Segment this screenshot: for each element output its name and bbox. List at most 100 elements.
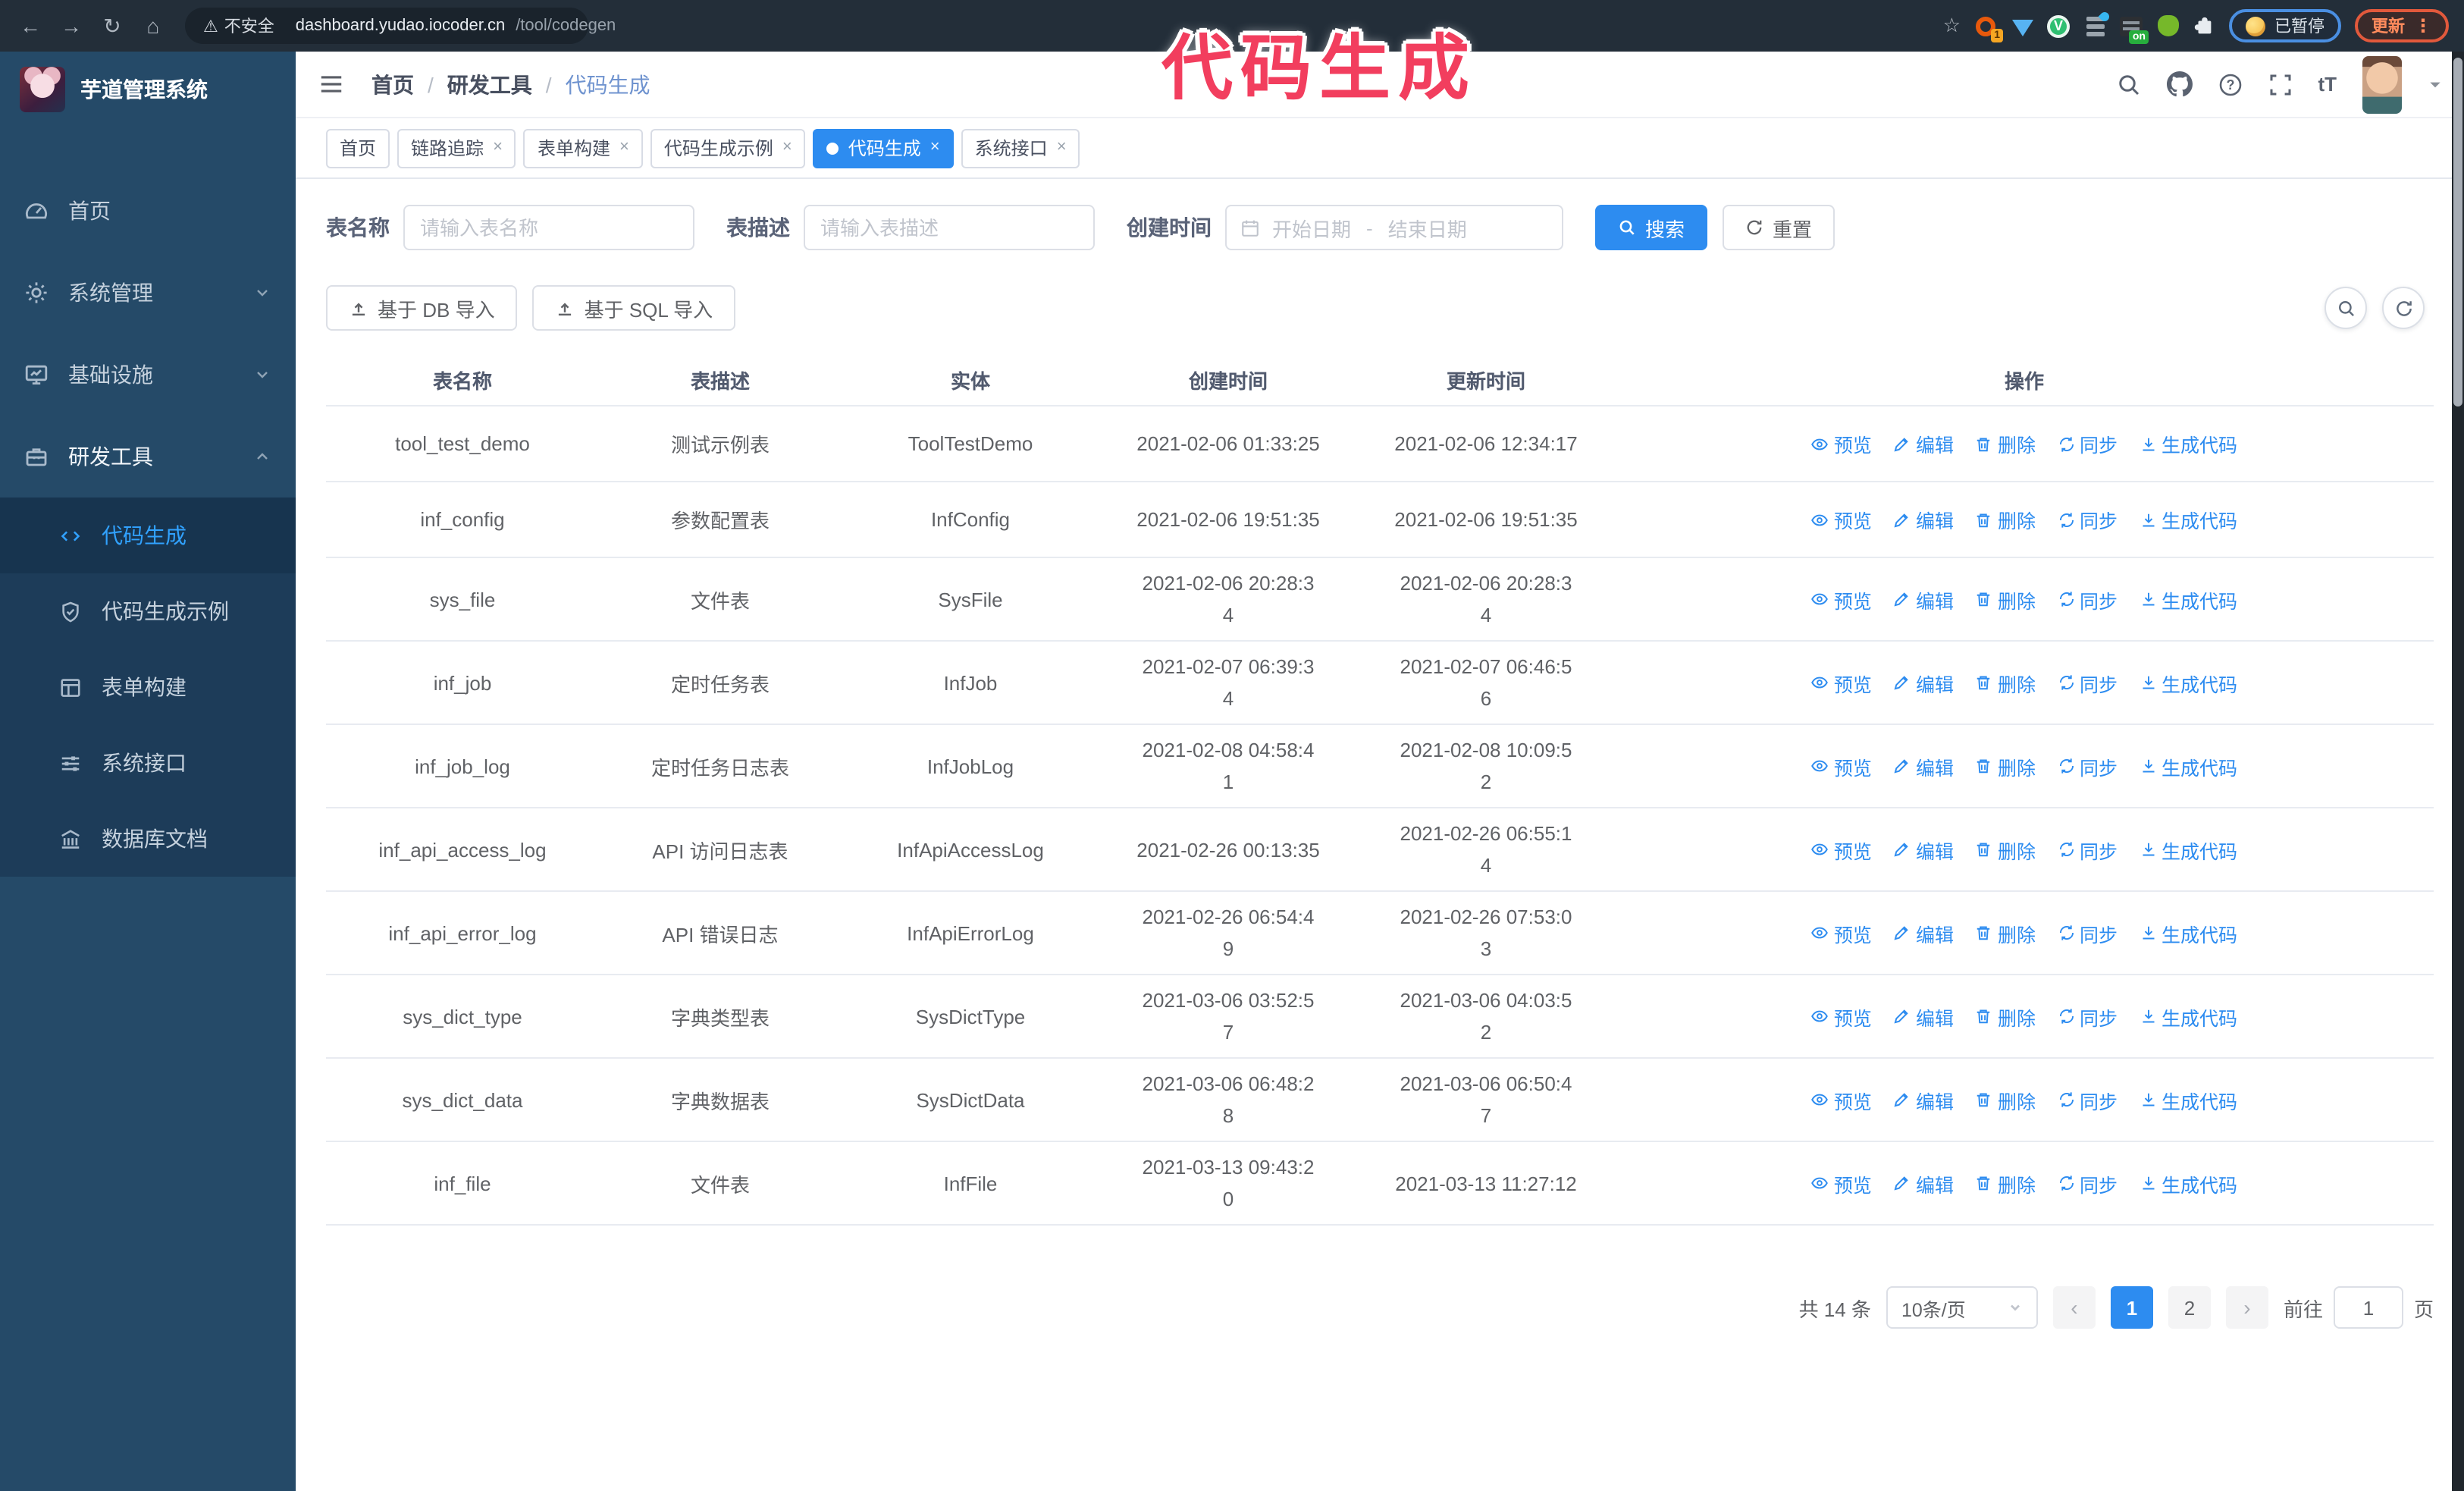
generate-code-action[interactable]: 生成代码: [2139, 752, 2237, 780]
tab-tag[interactable]: 系统接口 ×: [961, 128, 1080, 168]
sidebar-item-codegen[interactable]: 代码生成: [0, 498, 296, 573]
delete-action[interactable]: 删除: [1975, 585, 2036, 614]
delete-action[interactable]: 删除: [1975, 668, 2036, 697]
sidebar-item-home[interactable]: 首页: [0, 170, 296, 252]
browser-back-button[interactable]: ←: [15, 11, 45, 41]
bookmark-star-icon[interactable]: ☆: [1943, 14, 1961, 38]
sync-action[interactable]: 同步: [2057, 835, 2118, 864]
sync-action[interactable]: 同步: [2057, 668, 2118, 697]
date-range-picker[interactable]: 开始日期 - 结束日期: [1225, 205, 1563, 250]
breadcrumb-group[interactable]: 研发工具: [447, 69, 532, 99]
close-icon[interactable]: ×: [930, 139, 940, 156]
fullscreen-icon[interactable]: [2268, 72, 2292, 96]
tab-tag[interactable]: 首页: [326, 128, 390, 168]
sync-action[interactable]: 同步: [2057, 505, 2118, 534]
extension-orange-icon[interactable]: 1: [1974, 14, 2003, 42]
page-size-select[interactable]: 10条/页: [1886, 1286, 2038, 1329]
extension-settings-icon[interactable]: [2083, 9, 2111, 37]
scrollbar-thumb[interactable]: [2453, 58, 2462, 406]
toggle-search-button[interactable]: [2324, 287, 2367, 329]
sync-action[interactable]: 同步: [2057, 1002, 2118, 1031]
delete-action[interactable]: 删除: [1975, 1169, 2036, 1198]
import-db-button[interactable]: 基于 DB 导入: [326, 285, 518, 331]
preview-action[interactable]: 预览: [1811, 1085, 1872, 1114]
preview-action[interactable]: 预览: [1811, 835, 1872, 864]
sidebar-item-system-api[interactable]: 系统接口: [0, 725, 296, 801]
edit-action[interactable]: 编辑: [1893, 1169, 1954, 1198]
sync-action[interactable]: 同步: [2057, 918, 2118, 947]
close-icon[interactable]: ×: [782, 139, 792, 156]
delete-action[interactable]: 删除: [1975, 429, 2036, 458]
reset-button[interactable]: 重置: [1723, 205, 1835, 250]
delete-action[interactable]: 删除: [1975, 1002, 2036, 1031]
tab-tag[interactable]: 链路追踪 ×: [397, 128, 516, 168]
sidebar-item-db-docs[interactable]: 数据库文档: [0, 801, 296, 877]
edit-action[interactable]: 编辑: [1893, 835, 1954, 864]
tab-tag[interactable]: 表单构建 ×: [523, 128, 643, 168]
browser-home-button[interactable]: ⌂: [138, 11, 168, 41]
generate-code-action[interactable]: 生成代码: [2139, 918, 2237, 947]
sidebar-item-system[interactable]: 系统管理: [0, 252, 296, 334]
sync-action[interactable]: 同步: [2057, 1085, 2118, 1114]
edit-action[interactable]: 编辑: [1893, 429, 1954, 458]
table-name-input[interactable]: [403, 205, 694, 250]
sidebar-item-form-builder[interactable]: 表单构建: [0, 649, 296, 725]
sync-action[interactable]: 同步: [2057, 752, 2118, 780]
preview-action[interactable]: 预览: [1811, 668, 1872, 697]
browser-reload-button[interactable]: ↻: [97, 11, 127, 41]
preview-action[interactable]: 预览: [1811, 1002, 1872, 1031]
extensions-puzzle-icon[interactable]: [2193, 14, 2215, 37]
user-menu-caret-icon[interactable]: [2428, 77, 2443, 92]
edit-action[interactable]: 编辑: [1893, 752, 1954, 780]
delete-action[interactable]: 删除: [1975, 1085, 2036, 1114]
close-icon[interactable]: ×: [619, 139, 629, 156]
generate-code-action[interactable]: 生成代码: [2139, 585, 2237, 614]
browser-forward-button[interactable]: →: [56, 11, 86, 41]
generate-code-action[interactable]: 生成代码: [2139, 429, 2237, 458]
extension-gem-icon[interactable]: [2011, 14, 2033, 37]
browser-update-button[interactable]: 更新 ⋮: [2355, 9, 2449, 42]
profile-paused-badge[interactable]: 已暂停: [2229, 9, 2341, 42]
delete-action[interactable]: 删除: [1975, 505, 2036, 534]
generate-code-action[interactable]: 生成代码: [2139, 1002, 2237, 1031]
github-icon[interactable]: [2166, 71, 2193, 97]
goto-page-input[interactable]: [2333, 1286, 2403, 1329]
sidebar-item-codegen-example[interactable]: 代码生成示例: [0, 573, 296, 649]
tab-tag[interactable]: 代码生成示例 ×: [650, 128, 806, 168]
tab-tag[interactable]: 代码生成 ×: [813, 128, 954, 168]
app-logo-row[interactable]: 芋道管理系统: [0, 52, 296, 127]
page-scrollbar[interactable]: [2452, 52, 2464, 1491]
page-button-2[interactable]: 2: [2168, 1286, 2211, 1329]
generate-code-action[interactable]: 生成代码: [2139, 505, 2237, 534]
preview-action[interactable]: 预览: [1811, 918, 1872, 947]
edit-action[interactable]: 编辑: [1893, 1085, 1954, 1114]
edit-action[interactable]: 编辑: [1893, 668, 1954, 697]
generate-code-action[interactable]: 生成代码: [2139, 668, 2237, 697]
preview-action[interactable]: 预览: [1811, 752, 1872, 780]
edit-action[interactable]: 编辑: [1893, 585, 1954, 614]
search-icon[interactable]: [2116, 72, 2140, 96]
extension-green-check-icon[interactable]: V: [2047, 14, 2070, 37]
font-size-icon[interactable]: tT: [2318, 73, 2337, 96]
delete-action[interactable]: 删除: [1975, 918, 2036, 947]
extension-dark-on-icon[interactable]: on: [2120, 14, 2149, 43]
sidebar-collapse-icon[interactable]: [318, 71, 344, 97]
edit-action[interactable]: 编辑: [1893, 1002, 1954, 1031]
preview-action[interactable]: 预览: [1811, 429, 1872, 458]
extension-monkey-icon[interactable]: [2156, 14, 2179, 37]
generate-code-action[interactable]: 生成代码: [2139, 1169, 2237, 1198]
breadcrumb-home[interactable]: 首页: [371, 69, 414, 99]
generate-code-action[interactable]: 生成代码: [2139, 1085, 2237, 1114]
delete-action[interactable]: 删除: [1975, 835, 2036, 864]
page-button-1[interactable]: 1: [2110, 1286, 2153, 1329]
preview-action[interactable]: 预览: [1811, 1169, 1872, 1198]
sync-action[interactable]: 同步: [2057, 429, 2118, 458]
security-warning-icon[interactable]: ⚠ 不安全: [203, 14, 274, 38]
user-avatar[interactable]: [2362, 55, 2402, 113]
browser-menu-icon[interactable]: ⋮: [2414, 15, 2432, 36]
refresh-button[interactable]: [2382, 287, 2425, 329]
generate-code-action[interactable]: 生成代码: [2139, 835, 2237, 864]
next-page-button[interactable]: ›: [2225, 1286, 2268, 1329]
sync-action[interactable]: 同步: [2057, 1169, 2118, 1198]
table-desc-input[interactable]: [804, 205, 1095, 250]
